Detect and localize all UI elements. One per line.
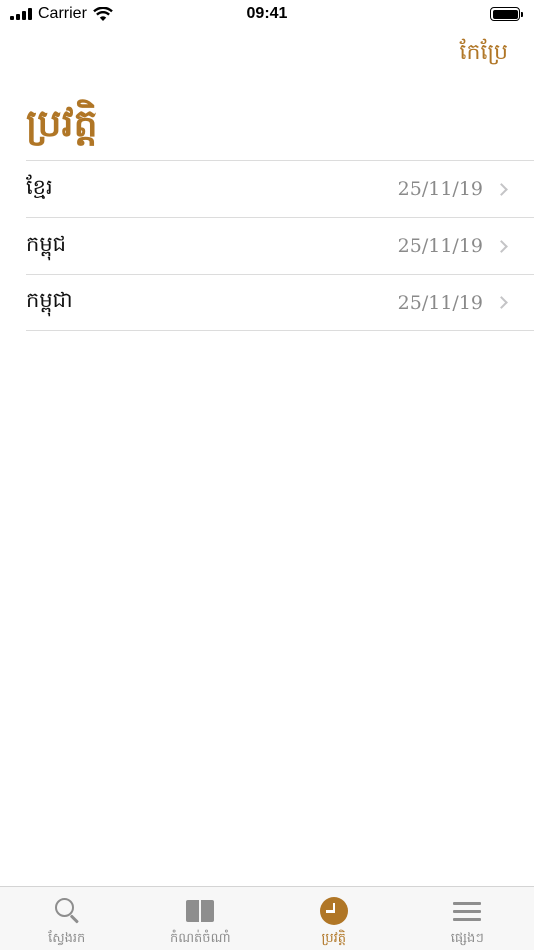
tab-more[interactable]: ផ្សេងៗ <box>401 887 534 950</box>
history-word: ខ្មែរ <box>26 174 53 199</box>
status-left: Carrier <box>10 5 113 23</box>
cellular-signal-icon <box>10 8 32 20</box>
page-title: ប្រវត្តិ <box>26 100 98 145</box>
history-date: 25/11/19 <box>397 235 483 257</box>
chevron-right-icon <box>495 182 508 196</box>
book-icon <box>185 896 215 926</box>
menu-icon <box>452 896 482 926</box>
tab-history[interactable]: ប្រវត្តិ <box>267 887 401 950</box>
history-row[interactable]: កម្ពុជា 25/11/19 <box>26 274 534 331</box>
status-bar: Carrier 09:41 <box>0 0 534 28</box>
chevron-right-icon <box>495 296 508 309</box>
clock-icon <box>319 896 349 926</box>
battery-icon <box>490 7 523 21</box>
chevron-right-icon <box>495 239 508 253</box>
history-word: កម្ពុជា <box>26 288 73 312</box>
history-date: 25/11/19 <box>397 291 483 314</box>
tab-label: ស្វែងរក <box>48 931 86 946</box>
tab-bookmarks[interactable]: កំណត់ចំណាំ <box>134 887 268 950</box>
tab-label: ប្រវត្តិ <box>321 931 346 946</box>
history-word: កម្ពុជ <box>26 231 66 256</box>
wifi-icon <box>93 6 113 21</box>
history-row[interactable]: កម្ពុជ 25/11/19 <box>26 217 534 274</box>
history-row[interactable]: ខ្មែរ 25/11/19 <box>26 160 534 217</box>
history-list: ខ្មែរ 25/11/19 កម្ពុជ 25/11/19 កម្ពុជា 2… <box>26 160 534 331</box>
carrier-label: Carrier <box>38 5 87 22</box>
tab-bar: ស្វែងរក កំណត់ចំណាំ ប្រវត្តិ ផ្សេងៗ <box>0 886 534 950</box>
tab-label: ផ្សេងៗ <box>450 931 484 946</box>
tab-label: កំណត់ចំណាំ <box>169 931 231 946</box>
app-screen: Carrier 09:41 កែប្រែ ប្រវត្តិ ខ្មែរ 25/1… <box>0 0 534 950</box>
edit-button[interactable]: កែប្រែ <box>460 38 508 70</box>
search-icon <box>52 896 82 926</box>
tab-search[interactable]: ស្វែងរក <box>0 887 134 950</box>
history-date: 25/11/19 <box>397 178 483 200</box>
